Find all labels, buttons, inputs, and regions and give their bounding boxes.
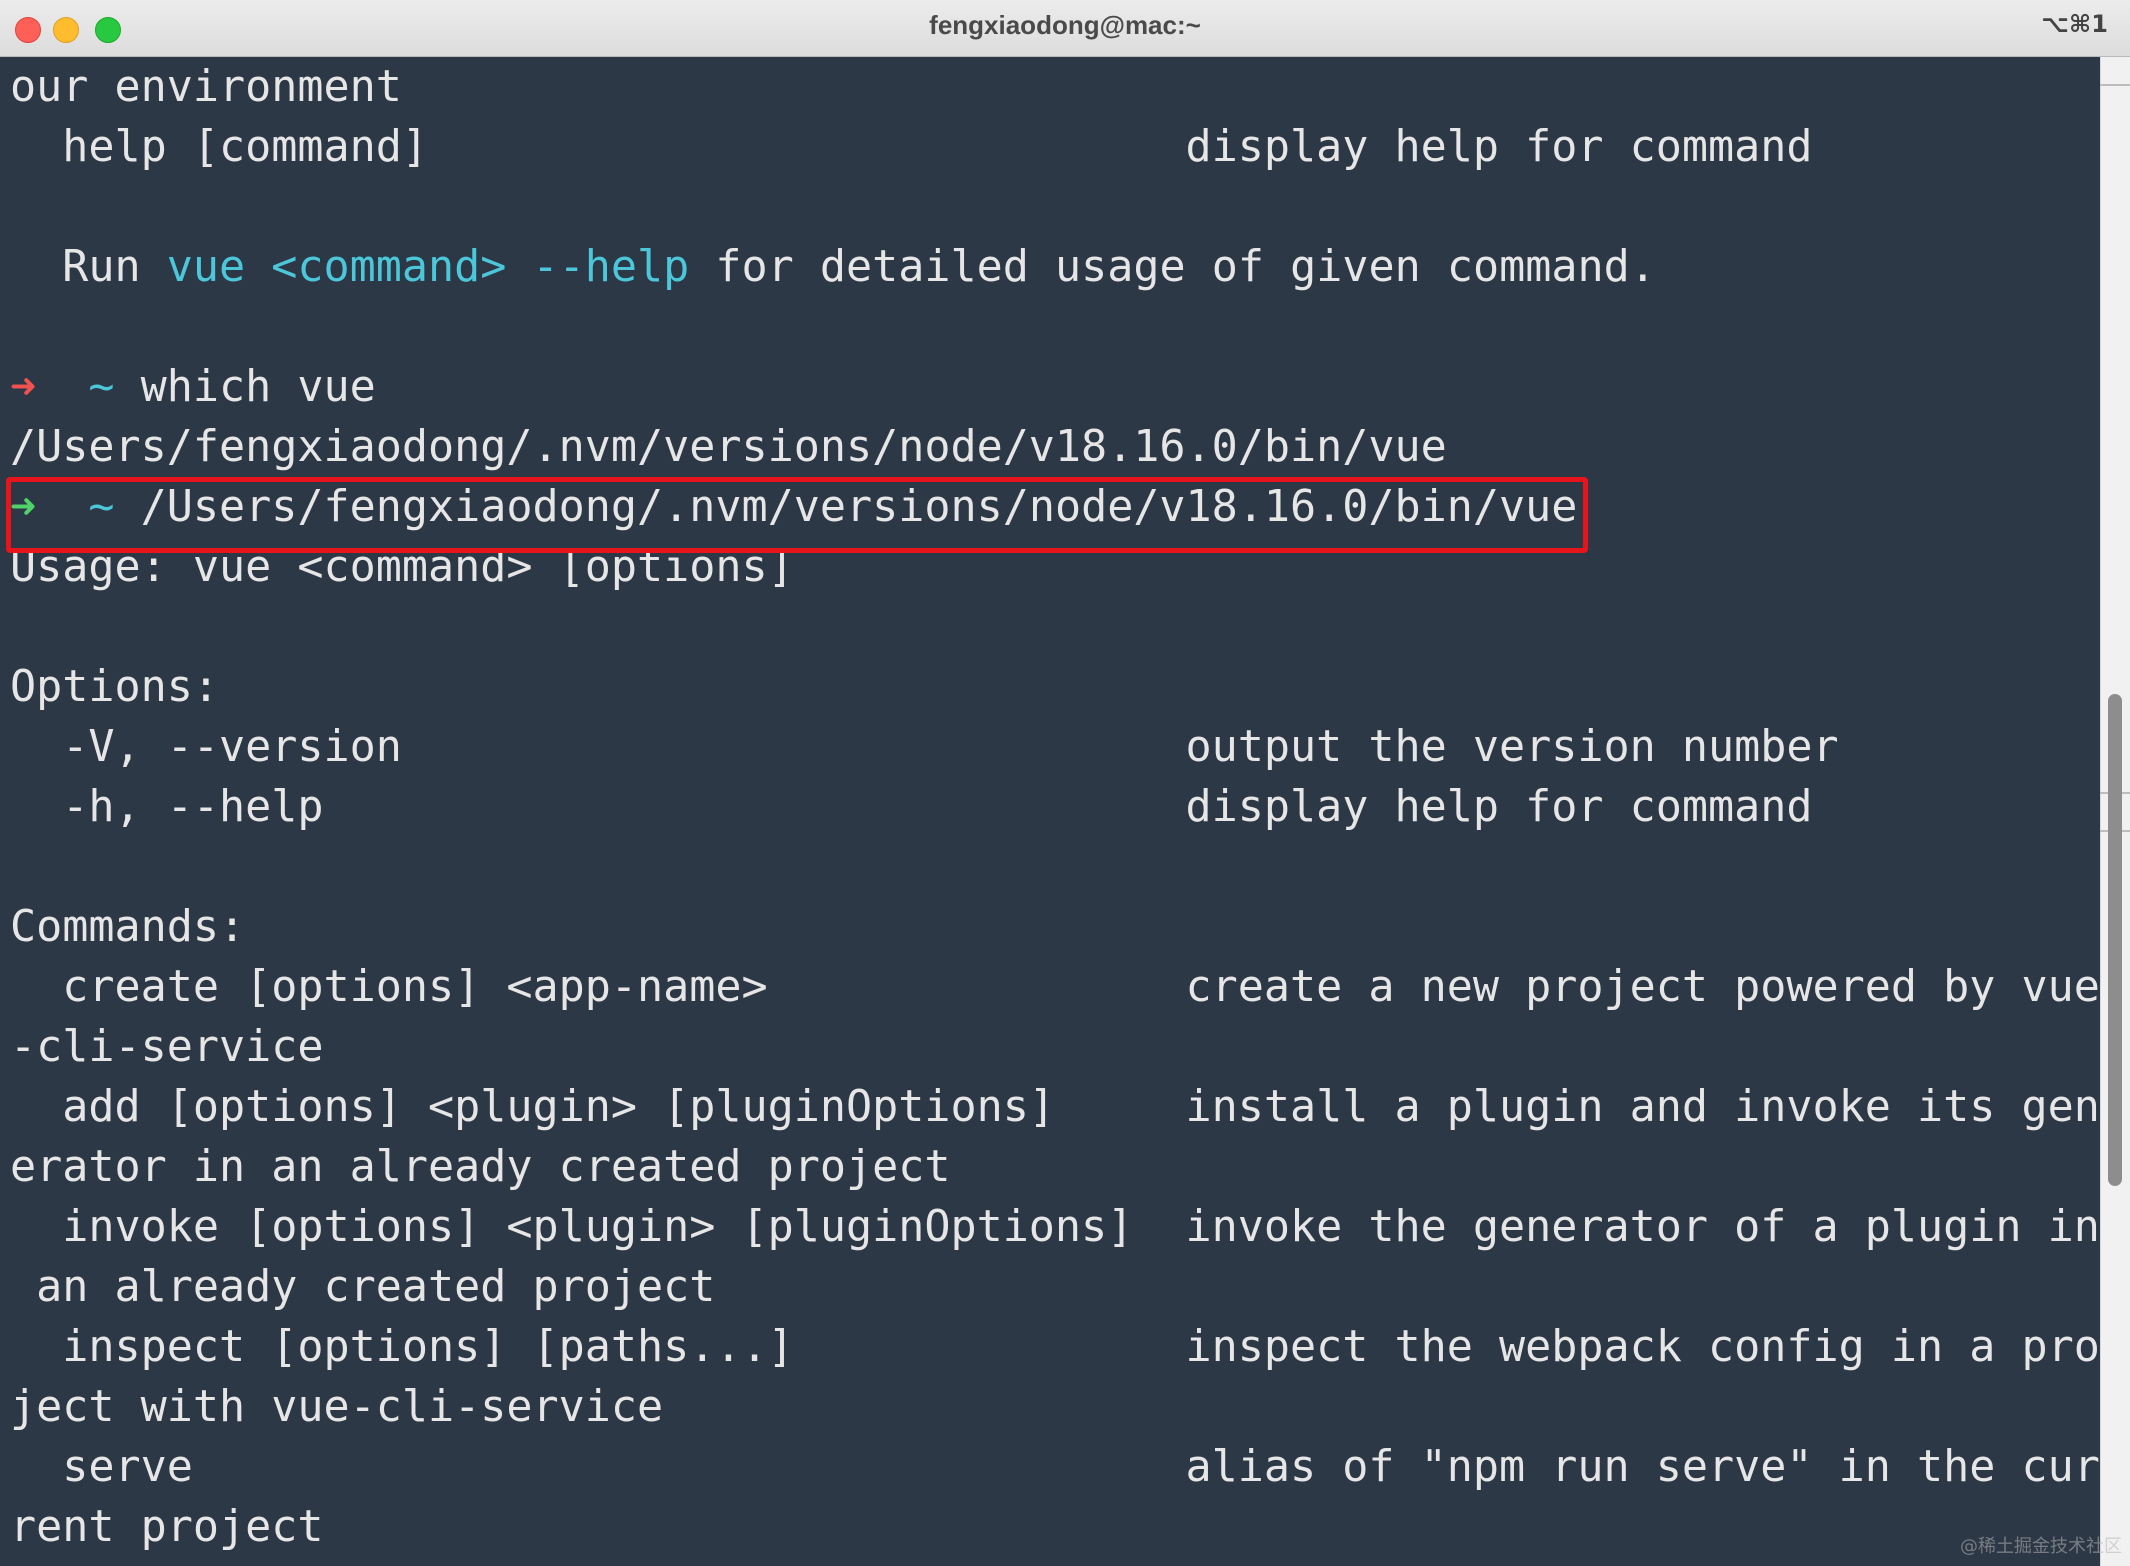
terminal-window: fengxiaodong@mac:~ ⌥⌘1 our environment h… [0, 0, 2130, 1566]
output-line: serve alias of "npm run serve" in the cu… [10, 1442, 2100, 1492]
output-line: Run vue <command> --help for detailed us… [10, 237, 1656, 297]
output-text: --help [532, 242, 690, 292]
highlight-annotation-box [6, 477, 1588, 553]
output-line: an already created project [10, 1262, 716, 1312]
output-line: ject with vue-cli-service [10, 1382, 664, 1432]
terminal-output[interactable]: our environment help [command] display h… [0, 57, 2100, 1566]
output-line: create [options] <app-name> create a new… [10, 962, 2100, 1012]
prompt-cwd: ~ [36, 362, 115, 412]
output-line: help [command] display help for command [10, 122, 1813, 172]
output-line: add [options] <plugin> [pluginOptions] i… [10, 1082, 2100, 1132]
window-title: fengxiaodong@mac:~ [929, 10, 1201, 40]
scrollbar-thumb[interactable] [2108, 694, 2122, 1186]
watermark-text: @稀土掘金技术社区 [1960, 1536, 2122, 1557]
output-text: <command> [271, 242, 507, 292]
output-line: /Users/fengxiaodong/.nvm/versions/node/v… [10, 422, 1447, 472]
output-line: -cli-service [10, 1022, 324, 1072]
output-line: -V, --version output the version number [10, 722, 1839, 772]
output-line: Commands: [10, 902, 246, 952]
output-text: Run [10, 242, 167, 292]
output-line: erator in an already created project [10, 1142, 951, 1192]
output-line: inspect [options] [paths...] inspect the… [10, 1322, 2100, 1372]
prompt-arrow-icon: ➜ [10, 362, 37, 412]
title-bar: fengxiaodong@mac:~ ⌥⌘1 [0, 0, 2130, 57]
prompt-line: ➜ ~ which vue [10, 357, 376, 417]
output-text: vue [166, 242, 246, 292]
prompt-command: which vue [114, 362, 376, 412]
output-line: invoke [options] <plugin> [pluginOptions… [10, 1202, 2100, 1252]
output-line: Options: [10, 662, 219, 712]
output-line: our environment [10, 62, 402, 112]
output-text: for detailed usage of given command. [689, 242, 1656, 292]
output-line: -h, --help display help for command [10, 782, 1813, 832]
scrollbar-marker [2100, 84, 2130, 86]
output-line: rent project [10, 1502, 324, 1552]
window-shortcut-label: ⌥⌘1 [2041, 10, 2108, 38]
